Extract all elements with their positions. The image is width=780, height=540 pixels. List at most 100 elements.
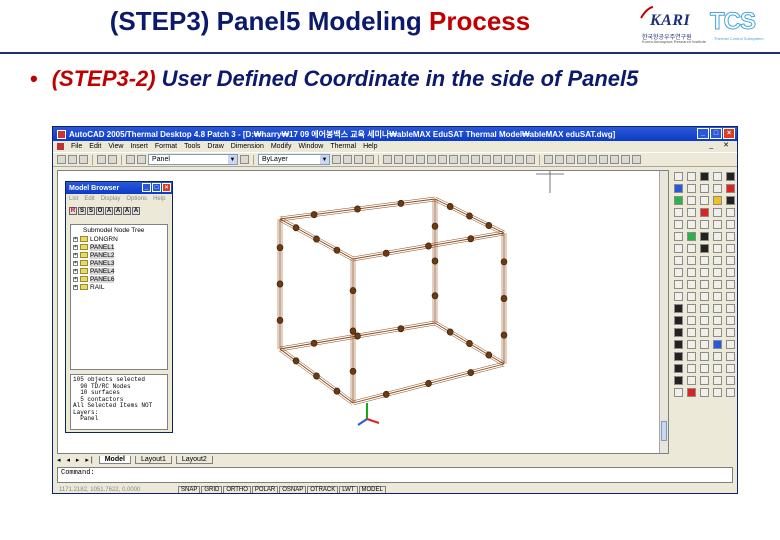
snap-toggle[interactable]: SNAP [178, 485, 201, 493]
menu-tools[interactable]: Tools [184, 143, 200, 150]
menu-view[interactable]: View [108, 143, 123, 150]
draw-tool-icon[interactable] [713, 328, 722, 337]
pan-icon[interactable] [493, 155, 502, 164]
view-tool-icon[interactable] [504, 155, 513, 164]
tab-layout1[interactable]: Layout1 [134, 455, 172, 464]
thermal-tool-icon[interactable] [332, 155, 341, 164]
expand-icon[interactable]: + [73, 284, 78, 290]
mb-menu-display[interactable]: Display [101, 195, 121, 204]
redo-icon[interactable] [108, 155, 117, 164]
document-icon[interactable] [57, 143, 64, 150]
draw-tool-icon[interactable] [687, 352, 696, 361]
menu-modify[interactable]: Modify [271, 143, 292, 150]
draw-tool-icon[interactable] [700, 280, 709, 289]
tab-model[interactable]: Model [98, 455, 131, 464]
draw-tool-icon[interactable] [687, 268, 696, 277]
render-tool-icon[interactable] [621, 155, 630, 164]
draw-tool-icon[interactable] [687, 304, 696, 313]
render-tool-icon[interactable] [566, 155, 575, 164]
draw-tool-icon[interactable] [726, 256, 735, 265]
draw-tool-icon[interactable] [726, 280, 735, 289]
mb-menu-help[interactable]: Help [153, 195, 165, 204]
draw-tool-icon[interactable] [687, 208, 696, 217]
draw-tool-icon[interactable] [713, 280, 722, 289]
render-tool-icon[interactable] [599, 155, 608, 164]
mb-tool-button[interactable]: A [132, 207, 140, 215]
tree-node-panel1[interactable]: + PANEL1 [73, 243, 165, 251]
draw-tool-icon[interactable] [726, 196, 735, 205]
mb-menu-options[interactable]: Options [126, 195, 147, 204]
layer-manager-icon[interactable] [240, 155, 249, 164]
render-tool-icon[interactable] [577, 155, 586, 164]
draw-tool-icon[interactable] [700, 292, 709, 301]
expand-icon[interactable]: + [73, 236, 78, 242]
draw-tool-icon[interactable] [713, 304, 722, 313]
render-tool-icon[interactable] [544, 155, 553, 164]
drawing-vertical-scrollbar[interactable] [659, 171, 668, 453]
maximize-button[interactable]: □ [710, 128, 722, 139]
draw-tool-icon[interactable] [713, 388, 722, 397]
draw-tool-icon[interactable] [674, 268, 683, 277]
menu-draw[interactable]: Draw [207, 143, 223, 150]
open-icon[interactable] [68, 155, 77, 164]
mb-tool-button[interactable]: A [105, 207, 113, 215]
render-tool-icon[interactable] [610, 155, 619, 164]
draw-tool-icon[interactable] [687, 340, 696, 349]
draw-tool-icon[interactable] [674, 232, 683, 241]
draw-tool-icon[interactable] [700, 220, 709, 229]
menu-insert[interactable]: Insert [130, 143, 148, 150]
draw-tool-icon[interactable] [674, 328, 683, 337]
zoom-icon[interactable] [449, 155, 458, 164]
model-browser-minimize-button[interactable]: _ [142, 183, 151, 192]
window-titlebar[interactable]: AutoCAD 2005/Thermal Desktop 4.8 Patch 3… [53, 127, 737, 141]
tab-layout2[interactable]: Layout2 [175, 455, 213, 464]
thermal-tool-icon[interactable] [343, 155, 352, 164]
view-tool-icon[interactable] [394, 155, 403, 164]
draw-tool-icon[interactable] [700, 316, 709, 325]
draw-tool-icon[interactable] [687, 184, 696, 193]
draw-tool-icon[interactable] [726, 388, 735, 397]
draw-tool-icon[interactable] [674, 244, 683, 253]
draw-tool-icon[interactable] [674, 220, 683, 229]
draw-tool-icon[interactable] [687, 376, 696, 385]
view-tool-icon[interactable] [526, 155, 535, 164]
menu-file[interactable]: File [71, 143, 82, 150]
view-tool-icon[interactable] [438, 155, 447, 164]
view-tool-icon[interactable] [383, 155, 392, 164]
view-tool-icon[interactable] [405, 155, 414, 164]
draw-tool-icon[interactable] [687, 196, 696, 205]
draw-tool-icon[interactable] [687, 172, 696, 181]
draw-tool-icon[interactable] [713, 364, 722, 373]
draw-tool-icon[interactable] [726, 292, 735, 301]
draw-tool-icon[interactable] [687, 232, 696, 241]
draw-tool-icon[interactable] [713, 268, 722, 277]
draw-tool-icon[interactable] [726, 232, 735, 241]
tree-node-panel4[interactable]: + PANEL4 [73, 267, 165, 275]
color-select[interactable]: ByLayer ▼ [258, 154, 330, 165]
expand-icon[interactable]: + [73, 276, 78, 282]
new-icon[interactable] [57, 155, 66, 164]
polar-toggle[interactable]: POLAR [251, 485, 279, 493]
command-line[interactable]: Command: [57, 467, 733, 483]
draw-tool-icon[interactable] [674, 172, 683, 181]
draw-tool-icon[interactable] [700, 196, 709, 205]
minimize-button[interactable]: _ [697, 128, 709, 139]
draw-tool-icon[interactable] [713, 184, 722, 193]
zoom-icon[interactable] [460, 155, 469, 164]
draw-tool-icon[interactable] [700, 244, 709, 253]
draw-tool-icon[interactable] [726, 268, 735, 277]
draw-tool-icon[interactable] [687, 292, 696, 301]
view-tool-icon[interactable] [515, 155, 524, 164]
draw-tool-icon[interactable] [700, 256, 709, 265]
draw-tool-icon[interactable] [700, 328, 709, 337]
draw-tool-icon[interactable] [687, 280, 696, 289]
grid-toggle[interactable]: GRID [201, 485, 223, 493]
draw-tool-icon[interactable] [726, 328, 735, 337]
expand-icon[interactable]: + [73, 252, 78, 258]
render-tool-icon[interactable] [588, 155, 597, 164]
tree-node-rail[interactable]: + RAIL [73, 283, 165, 291]
mb-menu-edit[interactable]: Edit [84, 195, 94, 204]
thermal-node-icon[interactable] [674, 196, 683, 205]
tab-nav-buttons[interactable]: ◂ ◂ ▸ ▸| [57, 456, 95, 464]
menu-help[interactable]: Help [363, 143, 377, 150]
